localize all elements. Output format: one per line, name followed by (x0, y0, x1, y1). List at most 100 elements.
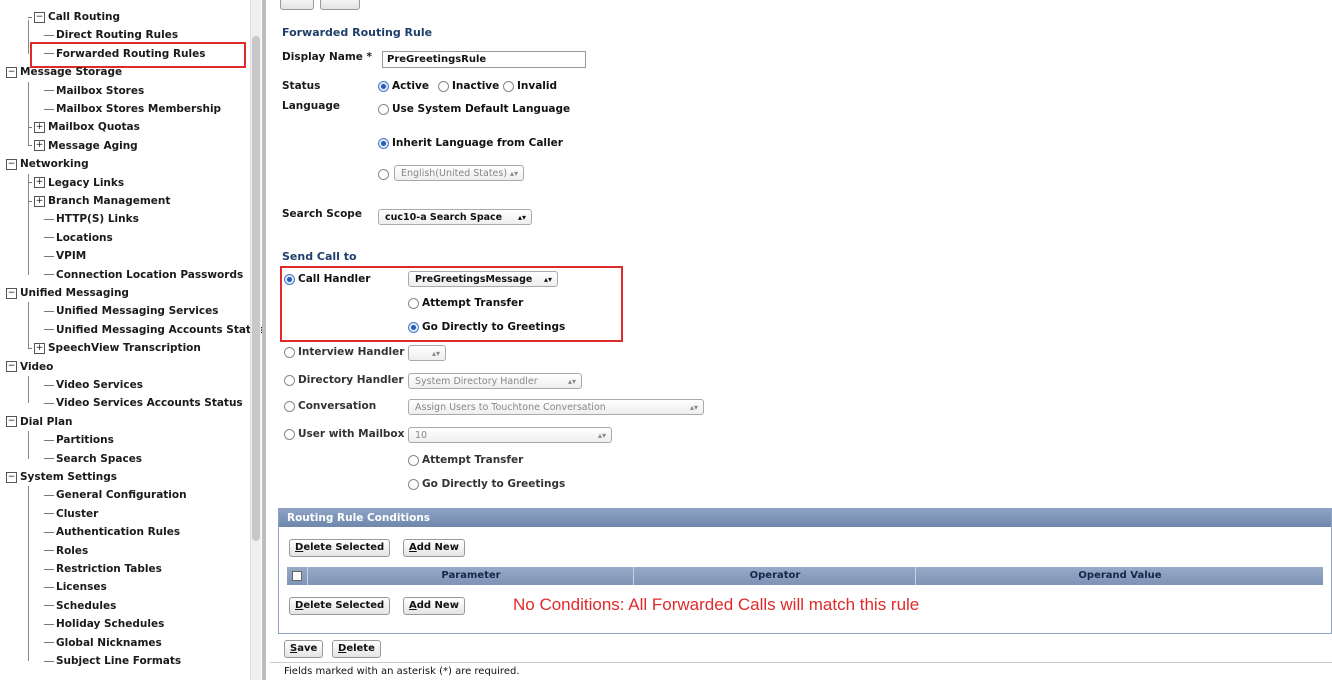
conversation-select[interactable]: Assign Users to Touchtone Conversation ▴▾ (408, 399, 704, 415)
sidebar-item-call-routing[interactable]: − Call Routing (28, 8, 120, 26)
sidebar-item-label: Connection Location Passwords (56, 268, 244, 281)
expand-icon[interactable]: + (34, 140, 45, 152)
search-scope-label: Search Scope (282, 208, 362, 220)
sidebar-item-dial-plan[interactable]: − Dial Plan (6, 413, 73, 431)
sidebar-item-message-aging[interactable]: + Message Aging (28, 137, 138, 155)
sidebar-item-video-services-accounts-status[interactable]: Video Services Accounts Status (44, 394, 243, 412)
tree-connector (44, 439, 54, 441)
call-handler-select[interactable]: PreGreetingsMessage ▴▾ (408, 271, 558, 287)
sidebar-item-unified-messaging-services[interactable]: Unified Messaging Services (44, 302, 219, 320)
sidebar-item-label: Unified Messaging Services (56, 305, 219, 318)
sidebar-item-message-storage[interactable]: − Message Storage (6, 63, 122, 81)
sidebar-item-speechview-transcription[interactable]: + SpeechView Transcription (28, 339, 201, 357)
sidebar-item-schedules[interactable]: Schedules (44, 597, 116, 615)
top-button-1[interactable] (280, 0, 314, 10)
sidebar-item-legacy-links[interactable]: + Legacy Links (28, 174, 124, 192)
language-system-default[interactable]: Use System Default Language (378, 103, 570, 115)
tree-connector (44, 623, 54, 625)
sidebar-item-video[interactable]: − Video (6, 358, 53, 376)
save-button[interactable]: Save (284, 640, 324, 658)
user-mailbox-attempt-transfer[interactable]: Attempt Transfer (408, 454, 523, 466)
status-label: Status (282, 80, 321, 92)
call-handler-radio[interactable]: Call Handler (284, 273, 370, 285)
sidebar-item-label: General Configuration (56, 489, 187, 502)
sidebar-item-roles[interactable]: Roles (44, 542, 88, 560)
language-specific[interactable] (378, 168, 392, 180)
sidebar-item-restriction-tables[interactable]: Restriction Tables (44, 560, 162, 578)
delete-selected-button[interactable]: Delete Selected (289, 539, 391, 557)
sidebar-item-mailbox-stores-membership[interactable]: Mailbox Stores Membership (44, 100, 221, 118)
collapse-icon[interactable]: − (6, 361, 17, 373)
sidebar-item-subject-line-formats[interactable]: Subject Line Formats (44, 652, 181, 670)
sidebar-item-video-services[interactable]: Video Services (44, 376, 143, 394)
sidebar-item-http-s-links[interactable]: HTTP(S) Links (44, 210, 139, 228)
sidebar-item-networking[interactable]: − Networking (6, 155, 89, 173)
language-select[interactable]: English(United States) ▴▾ (394, 165, 524, 181)
call-handler-attempt-transfer[interactable]: Attempt Transfer (408, 297, 523, 309)
sidebar-item-licenses[interactable]: Licenses (44, 578, 107, 596)
sidebar-item-label: Authentication Rules (56, 526, 181, 539)
status-active[interactable]: Active (378, 80, 429, 92)
sidebar-item-branch-management[interactable]: + Branch Management (28, 192, 170, 210)
sidebar-item-search-spaces[interactable]: Search Spaces (44, 450, 142, 468)
sidebar-item-authentication-rules[interactable]: Authentication Rules (44, 523, 180, 541)
sidebar-item-label: Partitions (56, 434, 114, 447)
conversation-radio[interactable]: Conversation (284, 400, 376, 412)
collapse-icon[interactable]: − (34, 11, 45, 23)
expand-icon[interactable]: + (34, 195, 45, 207)
display-name-input[interactable]: PreGreetingsRule (382, 51, 586, 68)
user-mailbox-select[interactable]: 10 ▴▾ (408, 427, 612, 443)
tree-guide-line (28, 173, 29, 275)
sidebar-item-system-settings[interactable]: − System Settings (6, 468, 117, 486)
collapse-icon[interactable]: − (6, 471, 17, 483)
sidebar-item-mailbox-stores[interactable]: Mailbox Stores (44, 82, 144, 100)
sidebar-item-cluster[interactable]: Cluster (44, 505, 98, 523)
delete-selected-button-bottom[interactable]: Delete Selected (289, 597, 391, 615)
sidebar-item-global-nicknames[interactable]: Global Nicknames (44, 634, 162, 652)
sidebar-item-label: VPIM (56, 250, 87, 263)
expand-icon[interactable]: + (34, 342, 45, 354)
call-handler-go-directly[interactable]: Go Directly to Greetings (408, 321, 565, 333)
sidebar-scroll-thumb[interactable] (252, 36, 260, 541)
select-all-checkbox[interactable] (292, 571, 302, 581)
sidebar-item-holiday-schedules[interactable]: Holiday Schedules (44, 615, 164, 633)
sidebar-item-connection-location-passwords[interactable]: Connection Location Passwords (44, 266, 243, 284)
expand-icon[interactable]: + (34, 177, 45, 189)
expand-icon[interactable]: + (34, 121, 45, 133)
interview-handler-select[interactable]: ▴▾ (408, 345, 446, 361)
sidebar-item-mailbox-quotas[interactable]: + Mailbox Quotas (28, 118, 140, 136)
directory-handler-radio[interactable]: Directory Handler (284, 374, 404, 386)
tree-connector (44, 513, 54, 515)
language-inherit[interactable]: Inherit Language from Caller (378, 137, 563, 149)
sidebar-item-label: Subject Line Formats (56, 655, 182, 667)
user-mailbox-radio[interactable]: User with Mailbox (284, 428, 404, 440)
sidebar-item-general-configuration[interactable]: General Configuration (44, 486, 187, 504)
top-button-2[interactable] (320, 0, 360, 10)
add-new-button-bottom[interactable]: Add New (403, 597, 465, 615)
tree-guide-line (28, 376, 29, 404)
status-inactive[interactable]: Inactive (438, 80, 499, 92)
sidebar-scrollbar[interactable] (250, 0, 261, 680)
pane-splitter[interactable] (262, 0, 266, 680)
tree-guide-line (28, 20, 29, 54)
search-scope-select[interactable]: cuc10-a Search Space ▴▾ (378, 209, 532, 225)
sidebar-item-unified-messaging-accounts-status[interactable]: Unified Messaging Accounts Status (44, 321, 262, 339)
status-invalid[interactable]: Invalid (503, 80, 557, 92)
sidebar-item-vpim[interactable]: VPIM (44, 247, 86, 265)
sidebar-item-label: Locations (56, 231, 113, 244)
sidebar-item-partitions[interactable]: Partitions (44, 431, 114, 449)
collapse-icon[interactable]: − (6, 416, 17, 428)
sidebar-item-label: Unified Messaging (20, 287, 129, 299)
sidebar-item-locations[interactable]: Locations (44, 229, 113, 247)
interview-handler-radio[interactable]: Interview Handler (284, 346, 404, 358)
add-new-button[interactable]: Add New (403, 539, 465, 557)
collapse-icon[interactable]: − (6, 158, 17, 170)
collapse-icon[interactable]: − (6, 287, 17, 299)
sidebar-item-unified-messaging[interactable]: − Unified Messaging (6, 284, 129, 302)
collapse-icon[interactable]: − (6, 66, 17, 78)
radio-icon (378, 168, 389, 180)
directory-handler-select[interactable]: System Directory Handler ▴▾ (408, 373, 582, 389)
user-mailbox-go-directly[interactable]: Go Directly to Greetings (408, 478, 565, 490)
tree-connector (44, 605, 54, 607)
delete-button[interactable]: Delete (332, 640, 381, 658)
